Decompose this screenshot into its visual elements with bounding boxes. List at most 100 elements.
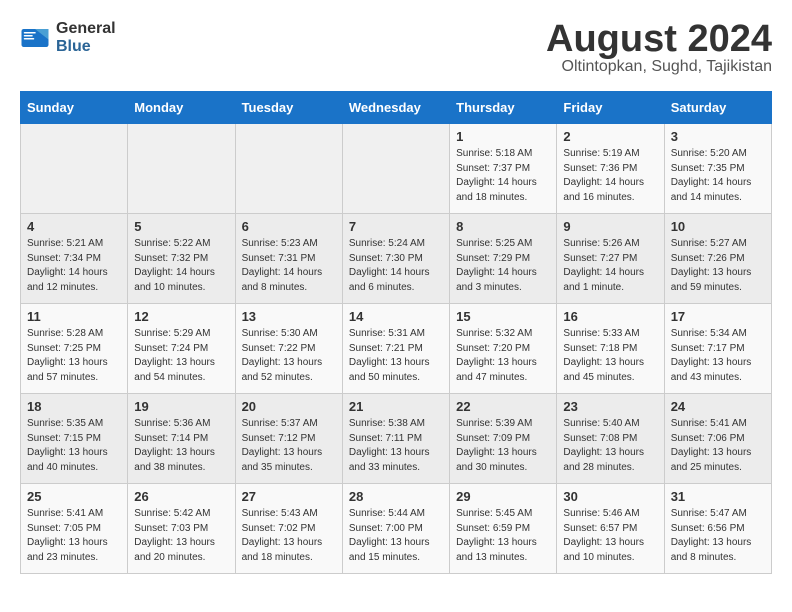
calendar-cell: 2 Sunrise: 5:19 AM Sunset: 7:36 PM Daylig… xyxy=(557,124,664,214)
cell-info: Sunrise: 5:20 AM Sunset: 7:35 PM Dayligh… xyxy=(671,147,765,205)
cell-info: Sunrise: 5:26 AM Sunset: 7:27 PM Dayligh… xyxy=(563,237,657,295)
day-number: 23 xyxy=(563,399,657,414)
weekday-header-saturday: Saturday xyxy=(664,92,771,124)
day-number: 10 xyxy=(671,219,765,234)
day-number: 19 xyxy=(134,399,228,414)
cell-info: Sunrise: 5:24 AM Sunset: 7:30 PM Dayligh… xyxy=(349,237,443,295)
calendar-cell: 10 Sunrise: 5:27 AM Sunset: 7:26 PM Dayli… xyxy=(664,214,771,304)
weekday-header-wednesday: Wednesday xyxy=(342,92,449,124)
cell-info: Sunrise: 5:46 AM Sunset: 6:57 PM Dayligh… xyxy=(563,507,657,565)
calendar-cell: 20 Sunrise: 5:37 AM Sunset: 7:12 PM Dayli… xyxy=(235,394,342,484)
calendar-week-row: 25Sunrise: 5:41 AM Sunset: 7:05 PM Dayli… xyxy=(21,484,772,574)
cell-info: Sunrise: 5:36 AM Sunset: 7:14 PM Dayligh… xyxy=(134,417,228,475)
day-number: 8 xyxy=(456,219,550,234)
cell-info: Sunrise: 5:19 AM Sunset: 7:36 PM Dayligh… xyxy=(563,147,657,205)
day-number: 25 xyxy=(27,489,121,504)
cell-info: Sunrise: 5:25 AM Sunset: 7:29 PM Dayligh… xyxy=(456,237,550,295)
calendar-cell: 17 Sunrise: 5:34 AM Sunset: 7:17 PM Dayli… xyxy=(664,304,771,394)
day-number: 9 xyxy=(563,219,657,234)
calendar-cell: 14 Sunrise: 5:31 AM Sunset: 7:21 PM Dayli… xyxy=(342,304,449,394)
weekday-header-thursday: Thursday xyxy=(450,92,557,124)
day-number: 26 xyxy=(134,489,228,504)
cell-info: Sunrise: 5:40 AM Sunset: 7:08 PM Dayligh… xyxy=(563,417,657,475)
day-number: 20 xyxy=(242,399,336,414)
day-number: 24 xyxy=(671,399,765,414)
cell-info: Sunrise: 5:45 AM Sunset: 6:59 PM Dayligh… xyxy=(456,507,550,565)
calendar-cell: 15Sunrise: 5:32 AM Sunset: 7:20 PM Dayli… xyxy=(450,304,557,394)
calendar-cell: 23 Sunrise: 5:40 AM Sunset: 7:08 PM Dayli… xyxy=(557,394,664,484)
calendar-week-row: 4Sunrise: 5:21 AM Sunset: 7:34 PM Daylig… xyxy=(21,214,772,304)
calendar-cell: 30 Sunrise: 5:46 AM Sunset: 6:57 PM Dayli… xyxy=(557,484,664,574)
calendar-cell: 26 Sunrise: 5:42 AM Sunset: 7:03 PM Dayli… xyxy=(128,484,235,574)
cell-info: Sunrise: 5:41 AM Sunset: 7:06 PM Dayligh… xyxy=(671,417,765,475)
calendar-cell: 16 Sunrise: 5:33 AM Sunset: 7:18 PM Dayli… xyxy=(557,304,664,394)
day-number: 30 xyxy=(563,489,657,504)
calendar-cell: 4Sunrise: 5:21 AM Sunset: 7:34 PM Daylig… xyxy=(21,214,128,304)
cell-info: Sunrise: 5:31 AM Sunset: 7:21 PM Dayligh… xyxy=(349,327,443,385)
weekday-header-friday: Friday xyxy=(557,92,664,124)
day-number: 7 xyxy=(349,219,443,234)
cell-info: Sunrise: 5:33 AM Sunset: 7:18 PM Dayligh… xyxy=(563,327,657,385)
calendar-cell: 13Sunrise: 5:30 AM Sunset: 7:22 PM Dayli… xyxy=(235,304,342,394)
calendar-cell: 9 Sunrise: 5:26 AM Sunset: 7:27 PM Daylig… xyxy=(557,214,664,304)
day-number: 13 xyxy=(242,309,336,324)
calendar-cell: 29 Sunrise: 5:45 AM Sunset: 6:59 PM Dayli… xyxy=(450,484,557,574)
calendar-cell: 25Sunrise: 5:41 AM Sunset: 7:05 PM Dayli… xyxy=(21,484,128,574)
calendar-cell: 31 Sunrise: 5:47 AM Sunset: 6:56 PM Dayli… xyxy=(664,484,771,574)
cell-info: Sunrise: 5:47 AM Sunset: 6:56 PM Dayligh… xyxy=(671,507,765,565)
cell-info: Sunrise: 5:38 AM Sunset: 7:11 PM Dayligh… xyxy=(349,417,443,475)
calendar-week-row: 11Sunrise: 5:28 AM Sunset: 7:25 PM Dayli… xyxy=(21,304,772,394)
calendar-cell: 27 Sunrise: 5:43 AM Sunset: 7:02 PM Dayli… xyxy=(235,484,342,574)
calendar-cell: 21 Sunrise: 5:38 AM Sunset: 7:11 PM Dayli… xyxy=(342,394,449,484)
calendar-table: SundayMondayTuesdayWednesdayThursdayFrid… xyxy=(20,91,772,574)
calendar-cell: 6 Sunrise: 5:23 AM Sunset: 7:31 PM Daylig… xyxy=(235,214,342,304)
calendar-cell: 28 Sunrise: 5:44 AM Sunset: 7:00 PM Dayli… xyxy=(342,484,449,574)
logo-text: General Blue xyxy=(56,20,116,55)
calendar-cell: 1Sunrise: 5:18 AM Sunset: 7:37 PM Daylig… xyxy=(450,124,557,214)
logo-general-text: General xyxy=(56,20,116,38)
cell-info: Sunrise: 5:37 AM Sunset: 7:12 PM Dayligh… xyxy=(242,417,336,475)
weekday-header-monday: Monday xyxy=(128,92,235,124)
day-number: 1 xyxy=(456,129,550,144)
day-number: 4 xyxy=(27,219,121,234)
cell-info: Sunrise: 5:42 AM Sunset: 7:03 PM Dayligh… xyxy=(134,507,228,565)
day-number: 17 xyxy=(671,309,765,324)
calendar-cell: 18 Sunrise: 5:35 AM Sunset: 7:15 PM Dayli… xyxy=(21,394,128,484)
calendar-cell xyxy=(342,124,449,214)
cell-info: Sunrise: 5:34 AM Sunset: 7:17 PM Dayligh… xyxy=(671,327,765,385)
day-number: 29 xyxy=(456,489,550,504)
cell-info: Sunrise: 5:35 AM Sunset: 7:15 PM Dayligh… xyxy=(27,417,121,475)
calendar-cell: 3 Sunrise: 5:20 AM Sunset: 7:35 PM Daylig… xyxy=(664,124,771,214)
day-number: 18 xyxy=(27,399,121,414)
calendar-week-row: 18 Sunrise: 5:35 AM Sunset: 7:15 PM Dayli… xyxy=(21,394,772,484)
cell-info: Sunrise: 5:22 AM Sunset: 7:32 PM Dayligh… xyxy=(134,237,228,295)
calendar-cell: 12Sunrise: 5:29 AM Sunset: 7:24 PM Dayli… xyxy=(128,304,235,394)
calendar-cell: 5Sunrise: 5:22 AM Sunset: 7:32 PM Daylig… xyxy=(128,214,235,304)
logo-icon xyxy=(20,23,50,53)
day-number: 28 xyxy=(349,489,443,504)
calendar-cell xyxy=(128,124,235,214)
day-number: 16 xyxy=(563,309,657,324)
calendar-cell: 22 Sunrise: 5:39 AM Sunset: 7:09 PM Dayli… xyxy=(450,394,557,484)
day-number: 2 xyxy=(563,129,657,144)
title-section: August 2024 Oltintopkan, Sughd, Tajikist… xyxy=(546,20,772,76)
day-number: 12 xyxy=(134,309,228,324)
logo-blue-text: Blue xyxy=(56,38,116,56)
calendar-cell xyxy=(235,124,342,214)
calendar-cell: 7 Sunrise: 5:24 AM Sunset: 7:30 PM Daylig… xyxy=(342,214,449,304)
month-title: August 2024 xyxy=(546,20,772,58)
cell-info: Sunrise: 5:32 AM Sunset: 7:20 PM Dayligh… xyxy=(456,327,550,385)
cell-info: Sunrise: 5:27 AM Sunset: 7:26 PM Dayligh… xyxy=(671,237,765,295)
cell-info: Sunrise: 5:44 AM Sunset: 7:00 PM Dayligh… xyxy=(349,507,443,565)
day-number: 27 xyxy=(242,489,336,504)
day-number: 6 xyxy=(242,219,336,234)
day-number: 3 xyxy=(671,129,765,144)
cell-info: Sunrise: 5:39 AM Sunset: 7:09 PM Dayligh… xyxy=(456,417,550,475)
calendar-cell: 24 Sunrise: 5:41 AM Sunset: 7:06 PM Dayli… xyxy=(664,394,771,484)
day-number: 21 xyxy=(349,399,443,414)
cell-info: Sunrise: 5:23 AM Sunset: 7:31 PM Dayligh… xyxy=(242,237,336,295)
day-number: 22 xyxy=(456,399,550,414)
day-number: 14 xyxy=(349,309,443,324)
day-number: 31 xyxy=(671,489,765,504)
cell-info: Sunrise: 5:43 AM Sunset: 7:02 PM Dayligh… xyxy=(242,507,336,565)
